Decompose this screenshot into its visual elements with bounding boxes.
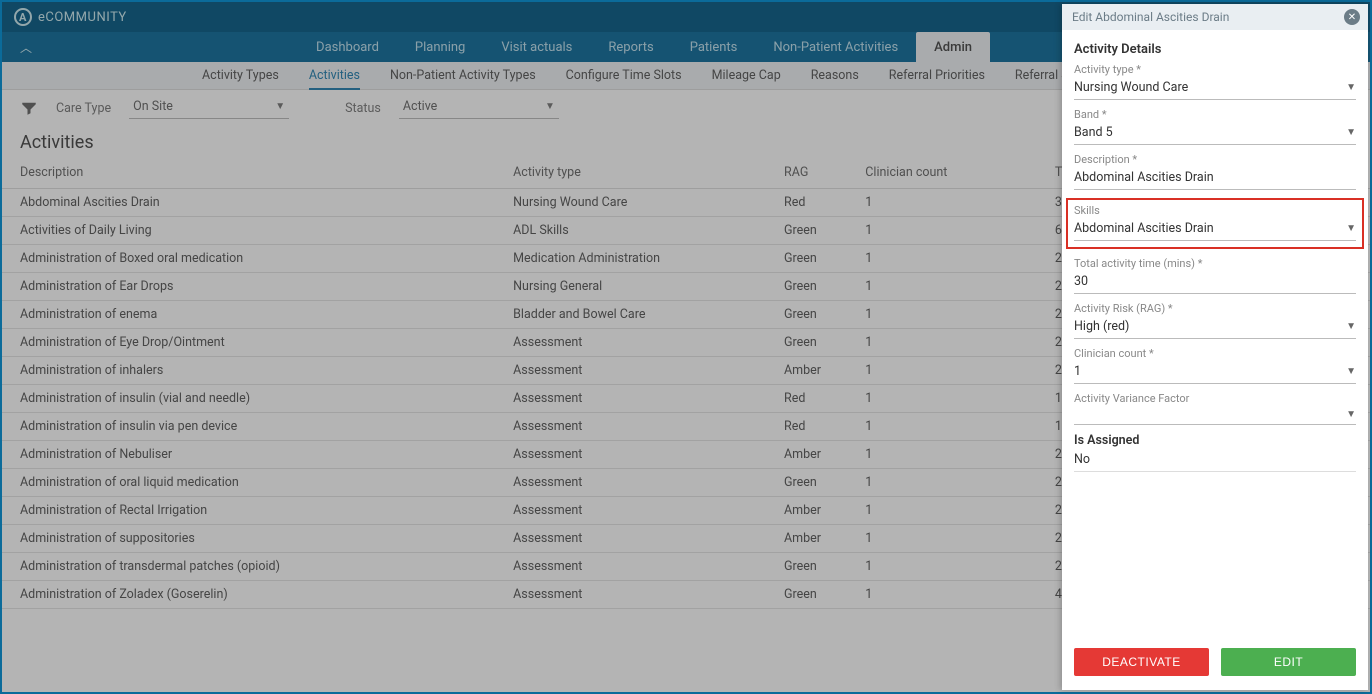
rag-label: Activity Risk (RAG) * xyxy=(1074,302,1356,315)
is-assigned-label: Is Assigned xyxy=(1074,433,1356,448)
edit-button[interactable]: EDIT xyxy=(1221,648,1356,676)
clin-value: 1 xyxy=(1074,364,1081,379)
panel-header: Edit Abdominal Ascities Drain ✕ xyxy=(1062,4,1368,30)
field-total-time: Total activity time (mins) * 30 xyxy=(1074,257,1356,294)
total-time-input[interactable]: 30 xyxy=(1074,272,1356,294)
clin-label: Clinician count * xyxy=(1074,347,1356,360)
deactivate-button[interactable]: DEACTIVATE xyxy=(1074,648,1209,676)
field-clinician-count: Clinician count * 1▼ xyxy=(1074,347,1356,384)
chevron-down-icon: ▼ xyxy=(1346,366,1356,377)
activity-type-label: Activity type * xyxy=(1074,63,1356,76)
field-rag: Activity Risk (RAG) * High (red) ▼ xyxy=(1074,302,1356,339)
total-time-value: 30 xyxy=(1074,274,1088,289)
description-label: Description * xyxy=(1074,153,1356,166)
close-icon[interactable]: ✕ xyxy=(1344,9,1360,25)
band-label: Band * xyxy=(1074,108,1356,121)
skills-label: Skills xyxy=(1074,204,1356,217)
panel-title: Edit Abdominal Ascities Drain xyxy=(1072,10,1229,24)
band-select[interactable]: Band 5 ▼ xyxy=(1074,123,1356,145)
field-variance: Activity Variance Factor ▼ xyxy=(1074,392,1356,425)
field-skills: Skills Abdominal Ascities Drain ▼ xyxy=(1066,198,1364,249)
chevron-down-icon: ▼ xyxy=(1346,82,1356,93)
variance-select[interactable]: ▼ xyxy=(1074,407,1356,425)
skills-select[interactable]: Abdominal Ascities Drain ▼ xyxy=(1074,219,1356,241)
section-title: Activity Details xyxy=(1074,42,1356,57)
chevron-down-icon: ▼ xyxy=(1346,409,1356,420)
field-description: Description * Abdominal Ascities Drain xyxy=(1074,153,1356,190)
total-time-label: Total activity time (mins) * xyxy=(1074,257,1356,270)
description-value: Abdominal Ascities Drain xyxy=(1074,170,1214,185)
chevron-down-icon: ▼ xyxy=(1346,321,1356,332)
rag-value: High (red) xyxy=(1074,319,1129,334)
clin-select[interactable]: 1▼ xyxy=(1074,362,1356,384)
activity-type-value: Nursing Wound Care xyxy=(1074,80,1188,95)
field-band: Band * Band 5 ▼ xyxy=(1074,108,1356,145)
field-activity-type: Activity type * Nursing Wound Care ▼ xyxy=(1074,63,1356,100)
chevron-down-icon: ▼ xyxy=(1346,127,1356,138)
band-value: Band 5 xyxy=(1074,125,1113,140)
description-input[interactable]: Abdominal Ascities Drain xyxy=(1074,168,1356,190)
edit-panel: Edit Abdominal Ascities Drain ✕ Activity… xyxy=(1062,4,1368,690)
rag-select[interactable]: High (red) ▼ xyxy=(1074,317,1356,339)
is-assigned-value: No xyxy=(1074,448,1356,472)
chevron-down-icon: ▼ xyxy=(1346,223,1356,234)
activity-type-select[interactable]: Nursing Wound Care ▼ xyxy=(1074,78,1356,100)
skills-value: Abdominal Ascities Drain xyxy=(1074,221,1214,236)
panel-footer: DEACTIVATE EDIT xyxy=(1062,638,1368,690)
variance-label: Activity Variance Factor xyxy=(1074,392,1356,405)
